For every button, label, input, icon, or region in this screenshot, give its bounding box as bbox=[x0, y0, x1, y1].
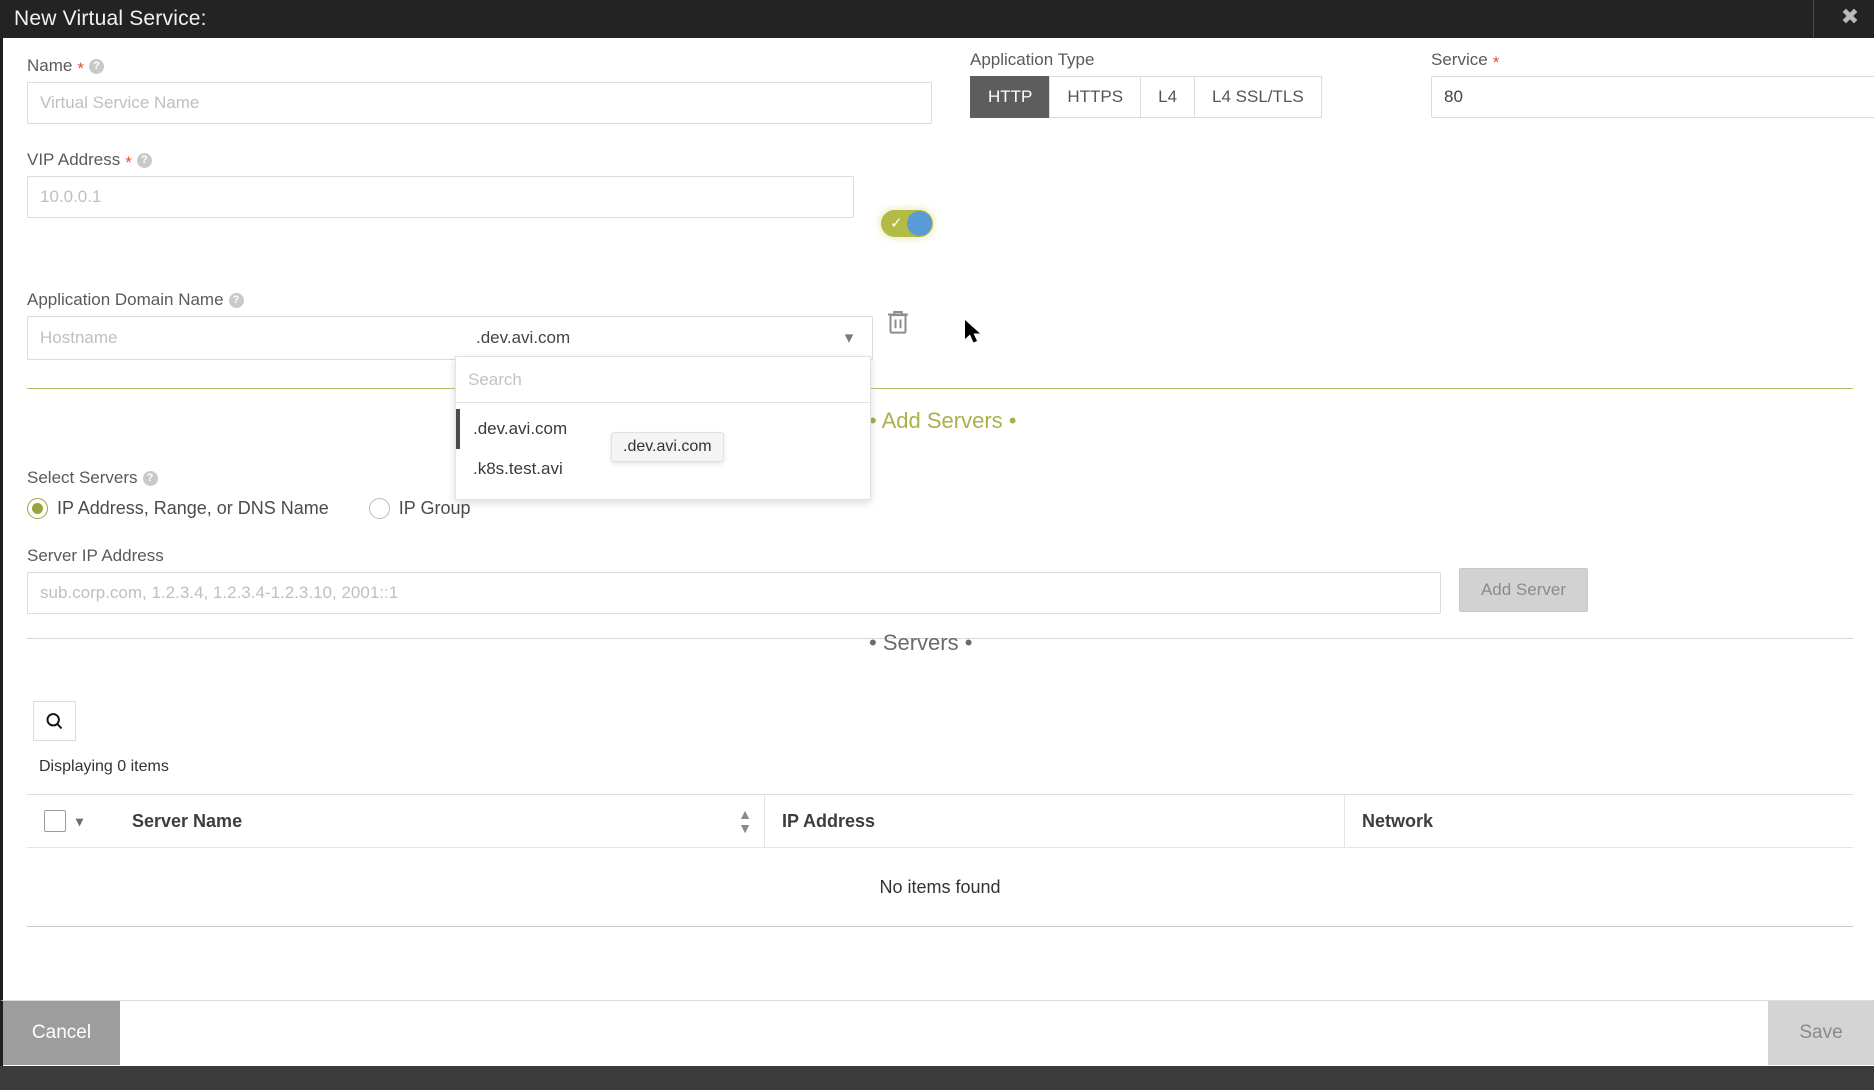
servers-table: ▾ Server Name ▲ ▼ IP Address Network No i… bbox=[27, 794, 1853, 927]
radio-ip-address-range-dns[interactable]: IP Address, Range, or DNS Name bbox=[27, 498, 329, 519]
server-ip-address-label: Server IP Address bbox=[27, 546, 164, 565]
vip-auto-allocate-toggle-wrap: ✓ bbox=[881, 210, 933, 237]
name-label-text: Name bbox=[27, 56, 73, 75]
required-marker: * bbox=[1492, 52, 1500, 72]
titlebar-divider bbox=[1813, 0, 1814, 38]
name-label: Name * ? bbox=[27, 56, 932, 78]
select-servers-label-text: Select Servers bbox=[27, 468, 138, 487]
new-virtual-service-dialog: New Virtual Service: ✖ Name* ? Applicati… bbox=[0, 0, 1874, 1090]
chevron-down-icon[interactable]: ▾ bbox=[76, 813, 83, 830]
radio-ip-group[interactable]: IP Group bbox=[368, 498, 471, 519]
save-button[interactable]: Save bbox=[1768, 1001, 1874, 1065]
help-icon[interactable]: ? bbox=[142, 470, 158, 486]
help-icon[interactable]: ? bbox=[228, 292, 244, 308]
add-servers-divider bbox=[27, 388, 1853, 389]
application-domain-name-label-text: Application Domain Name bbox=[27, 290, 224, 309]
dialog-body: Name* ? Application Type HTTP HTTPS L4 L… bbox=[0, 38, 1874, 1000]
mouse-cursor bbox=[965, 320, 985, 351]
app-type-https[interactable]: HTTPS bbox=[1049, 76, 1141, 118]
service-input[interactable] bbox=[1431, 76, 1874, 118]
app-type-l4-ssl-tls[interactable]: L4 SSL/TLS bbox=[1194, 76, 1322, 118]
servers-section-title: • Servers • bbox=[869, 630, 973, 655]
hostname-input[interactable] bbox=[28, 318, 468, 358]
servers-table-header: ▾ Server Name ▲ ▼ IP Address Network bbox=[27, 794, 1853, 848]
toggle-knob bbox=[907, 211, 932, 236]
displaying-count: Displaying 0 items bbox=[39, 758, 169, 775]
radio-dot bbox=[368, 498, 390, 519]
select-all-cell: ▾ bbox=[27, 795, 115, 848]
domain-suffix-dropdown: .dev.avi.com .k8s.test.avi bbox=[455, 356, 871, 500]
application-domain-name-box: .dev.avi.com ▾ bbox=[27, 316, 873, 360]
vip-address-label-text: VIP Address bbox=[27, 150, 121, 169]
select-servers-radio-group: IP Address, Range, or DNS Name IP Group bbox=[27, 498, 471, 519]
search-icon[interactable] bbox=[33, 701, 76, 741]
select-servers-label: Select Servers ? bbox=[27, 468, 471, 488]
column-header-ip-address[interactable]: IP Address bbox=[765, 794, 1345, 848]
required-marker: * bbox=[77, 58, 84, 78]
dropdown-search-input[interactable] bbox=[456, 357, 870, 403]
column-header-server-name-label: Server Name bbox=[132, 810, 243, 831]
server-ip-address-group: Server IP Address bbox=[27, 546, 1441, 614]
app-type-http[interactable]: HTTP bbox=[970, 76, 1050, 118]
vip-address-field-group: VIP Address * ? bbox=[27, 150, 854, 218]
application-type-button-group: HTTP HTTPS L4 L4 SSL/TLS bbox=[970, 76, 1322, 118]
help-icon[interactable]: ? bbox=[88, 58, 104, 74]
application-domain-name-group: Application Domain Name ? .dev.avi.com ▾ bbox=[27, 290, 873, 360]
radio-dot bbox=[27, 498, 48, 519]
application-type-label: Application Type bbox=[970, 50, 1095, 69]
app-type-l4[interactable]: L4 bbox=[1140, 76, 1195, 118]
check-icon: ✓ bbox=[890, 215, 903, 232]
service-label: Service * bbox=[1431, 50, 1874, 72]
help-icon[interactable]: ? bbox=[136, 152, 152, 168]
service-label-text: Service bbox=[1431, 50, 1488, 69]
select-all-checkbox[interactable] bbox=[44, 810, 66, 832]
add-server-button[interactable]: Add Server bbox=[1459, 568, 1588, 612]
radio-label: IP Address, Range, or DNS Name bbox=[57, 498, 329, 518]
required-marker: * bbox=[125, 152, 132, 172]
table-empty-message: No items found bbox=[879, 876, 1001, 897]
dialog-title: New Virtual Service: bbox=[14, 7, 207, 30]
column-header-network[interactable]: Network bbox=[1345, 795, 1853, 848]
sort-icon[interactable]: ▲ ▼ bbox=[738, 807, 752, 835]
server-ip-address-input[interactable] bbox=[27, 572, 1441, 614]
vip-address-label: VIP Address * ? bbox=[27, 150, 854, 172]
add-servers-link[interactable]: • Add Servers • bbox=[869, 408, 1016, 434]
select-servers-group: Select Servers ? IP Address, Range, or D… bbox=[27, 468, 471, 519]
cancel-button[interactable]: Cancel bbox=[3, 1001, 120, 1065]
dialog-titlebar: New Virtual Service: ✖ bbox=[0, 0, 1874, 38]
name-field-group: Name * ? bbox=[27, 56, 932, 124]
trash-icon[interactable] bbox=[883, 306, 913, 338]
dialog-footer: Cancel Save bbox=[0, 1000, 1874, 1066]
close-icon[interactable]: ✖ bbox=[1836, 4, 1864, 32]
column-header-ip-address-label: IP Address bbox=[782, 810, 876, 831]
vip-address-input[interactable] bbox=[27, 176, 854, 218]
application-type-group: Application Type HTTP HTTPS L4 L4 SSL/TL… bbox=[970, 50, 1322, 118]
chevron-down-icon[interactable]: ▾ bbox=[826, 328, 872, 348]
radio-label: IP Group bbox=[398, 498, 471, 518]
column-header-server-name[interactable]: Server Name ▲ ▼ bbox=[115, 794, 765, 848]
bottom-strip bbox=[0, 1066, 1874, 1090]
name-input[interactable] bbox=[27, 82, 932, 124]
domain-suffix-value: .dev.avi.com bbox=[476, 328, 571, 347]
column-header-network-label: Network bbox=[1362, 810, 1434, 831]
domain-suffix-tooltip: .dev.avi.com bbox=[611, 432, 724, 462]
vip-auto-allocate-toggle[interactable]: ✓ bbox=[881, 210, 933, 237]
service-field-group: Service * bbox=[1431, 50, 1874, 118]
application-domain-name-label: Application Domain Name ? bbox=[27, 290, 873, 310]
